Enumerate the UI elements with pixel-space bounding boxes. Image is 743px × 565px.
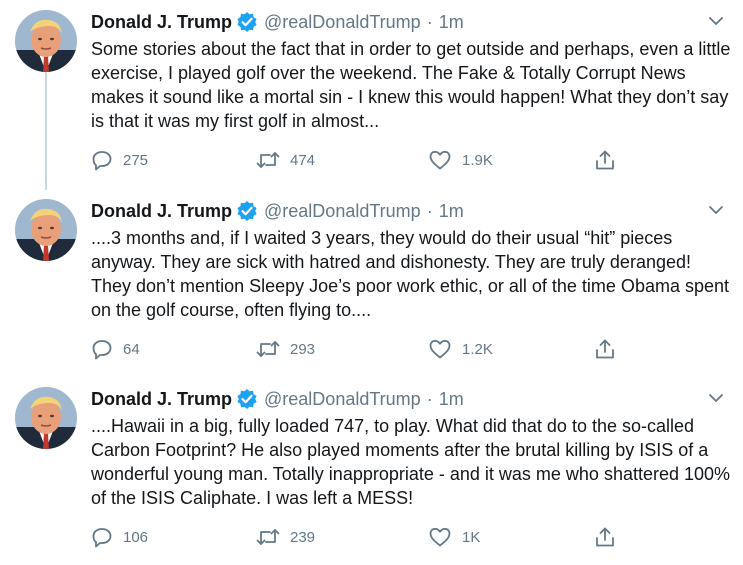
tweet-text: Some stories about the fact that in orde… bbox=[91, 39, 731, 131]
tweet-thread: Donald J. Trump @realDonaldTrump · 1m So… bbox=[0, 0, 743, 561]
retweet-count: 474 bbox=[290, 151, 316, 169]
reply-button[interactable]: 64 bbox=[91, 337, 140, 361]
reply-icon bbox=[92, 528, 112, 548]
author-name[interactable]: Donald J. Trump bbox=[91, 10, 232, 34]
author-name[interactable]: Donald J. Trump bbox=[91, 199, 232, 223]
tweet[interactable]: Donald J. Trump @realDonaldTrump · 1m ..… bbox=[0, 189, 743, 377]
like-count: 1.9K bbox=[462, 151, 493, 169]
tweet[interactable]: Donald J. Trump @realDonaldTrump · 1m So… bbox=[0, 0, 743, 188]
reply-count: 275 bbox=[123, 151, 149, 169]
separator-dot: · bbox=[426, 12, 433, 32]
share-icon bbox=[596, 339, 614, 359]
reply-count: 64 bbox=[123, 340, 140, 358]
retweet-icon bbox=[256, 152, 280, 168]
heart-icon bbox=[429, 339, 451, 359]
share-icon bbox=[596, 150, 614, 170]
tweet-actions: 106 239 1K bbox=[91, 525, 651, 549]
reply-button[interactable]: 275 bbox=[91, 148, 148, 172]
tweet-header: Donald J. Trump @realDonaldTrump · 1m bbox=[91, 387, 464, 411]
avatar[interactable] bbox=[15, 199, 77, 261]
tweet-text: ....Hawaii in a big, fully loaded 747, t… bbox=[91, 416, 731, 508]
tweet-actions: 64 293 1.2K bbox=[91, 337, 651, 361]
author-name[interactable]: Donald J. Trump bbox=[91, 387, 232, 411]
like-button[interactable]: 1K bbox=[428, 525, 480, 549]
like-count: 1.2K bbox=[462, 340, 493, 358]
like-count: 1K bbox=[462, 528, 481, 546]
reply-button[interactable]: 106 bbox=[91, 525, 148, 549]
retweet-count: 293 bbox=[290, 340, 316, 358]
separator-dot: · bbox=[426, 201, 433, 221]
reply-icon bbox=[92, 340, 112, 360]
author-handle[interactable]: @realDonaldTrump bbox=[264, 387, 421, 411]
separator-dot: · bbox=[426, 389, 433, 409]
tweet-header: Donald J. Trump @realDonaldTrump · 1m bbox=[91, 10, 464, 34]
share-button[interactable] bbox=[594, 337, 626, 361]
retweet-count: 239 bbox=[290, 528, 316, 546]
chevron-down-icon[interactable] bbox=[707, 201, 725, 219]
tweet-timestamp[interactable]: 1m bbox=[439, 387, 464, 411]
author-handle[interactable]: @realDonaldTrump bbox=[264, 199, 421, 223]
heart-icon bbox=[429, 150, 451, 170]
retweet-icon bbox=[256, 529, 280, 545]
share-button[interactable] bbox=[594, 525, 626, 549]
tweet-text: ....3 months and, if I waited 3 years, t… bbox=[91, 228, 729, 320]
verified-badge-icon bbox=[236, 200, 258, 222]
author-handle[interactable]: @realDonaldTrump bbox=[264, 10, 421, 34]
tweet-header: Donald J. Trump @realDonaldTrump · 1m bbox=[91, 199, 464, 223]
tweet[interactable]: Donald J. Trump @realDonaldTrump · 1m ..… bbox=[0, 377, 743, 565]
retweet-button[interactable]: 293 bbox=[256, 337, 315, 361]
like-button[interactable]: 1.9K bbox=[428, 148, 493, 172]
avatar[interactable] bbox=[15, 10, 77, 72]
reply-icon bbox=[92, 151, 112, 171]
retweet-button[interactable]: 474 bbox=[256, 148, 315, 172]
reply-count: 106 bbox=[123, 528, 149, 546]
retweet-button[interactable]: 239 bbox=[256, 525, 315, 549]
verified-badge-icon bbox=[236, 11, 258, 33]
share-button[interactable] bbox=[594, 148, 626, 172]
share-icon bbox=[596, 527, 614, 547]
retweet-icon bbox=[256, 341, 280, 357]
tweet-timestamp[interactable]: 1m bbox=[439, 10, 464, 34]
heart-icon bbox=[429, 527, 451, 547]
avatar[interactable] bbox=[15, 387, 77, 449]
tweet-actions: 275 474 1.9K bbox=[91, 148, 651, 172]
verified-badge-icon bbox=[236, 388, 258, 410]
chevron-down-icon[interactable] bbox=[707, 389, 725, 407]
tweet-timestamp[interactable]: 1m bbox=[439, 199, 464, 223]
like-button[interactable]: 1.2K bbox=[428, 337, 493, 361]
chevron-down-icon[interactable] bbox=[707, 12, 725, 30]
